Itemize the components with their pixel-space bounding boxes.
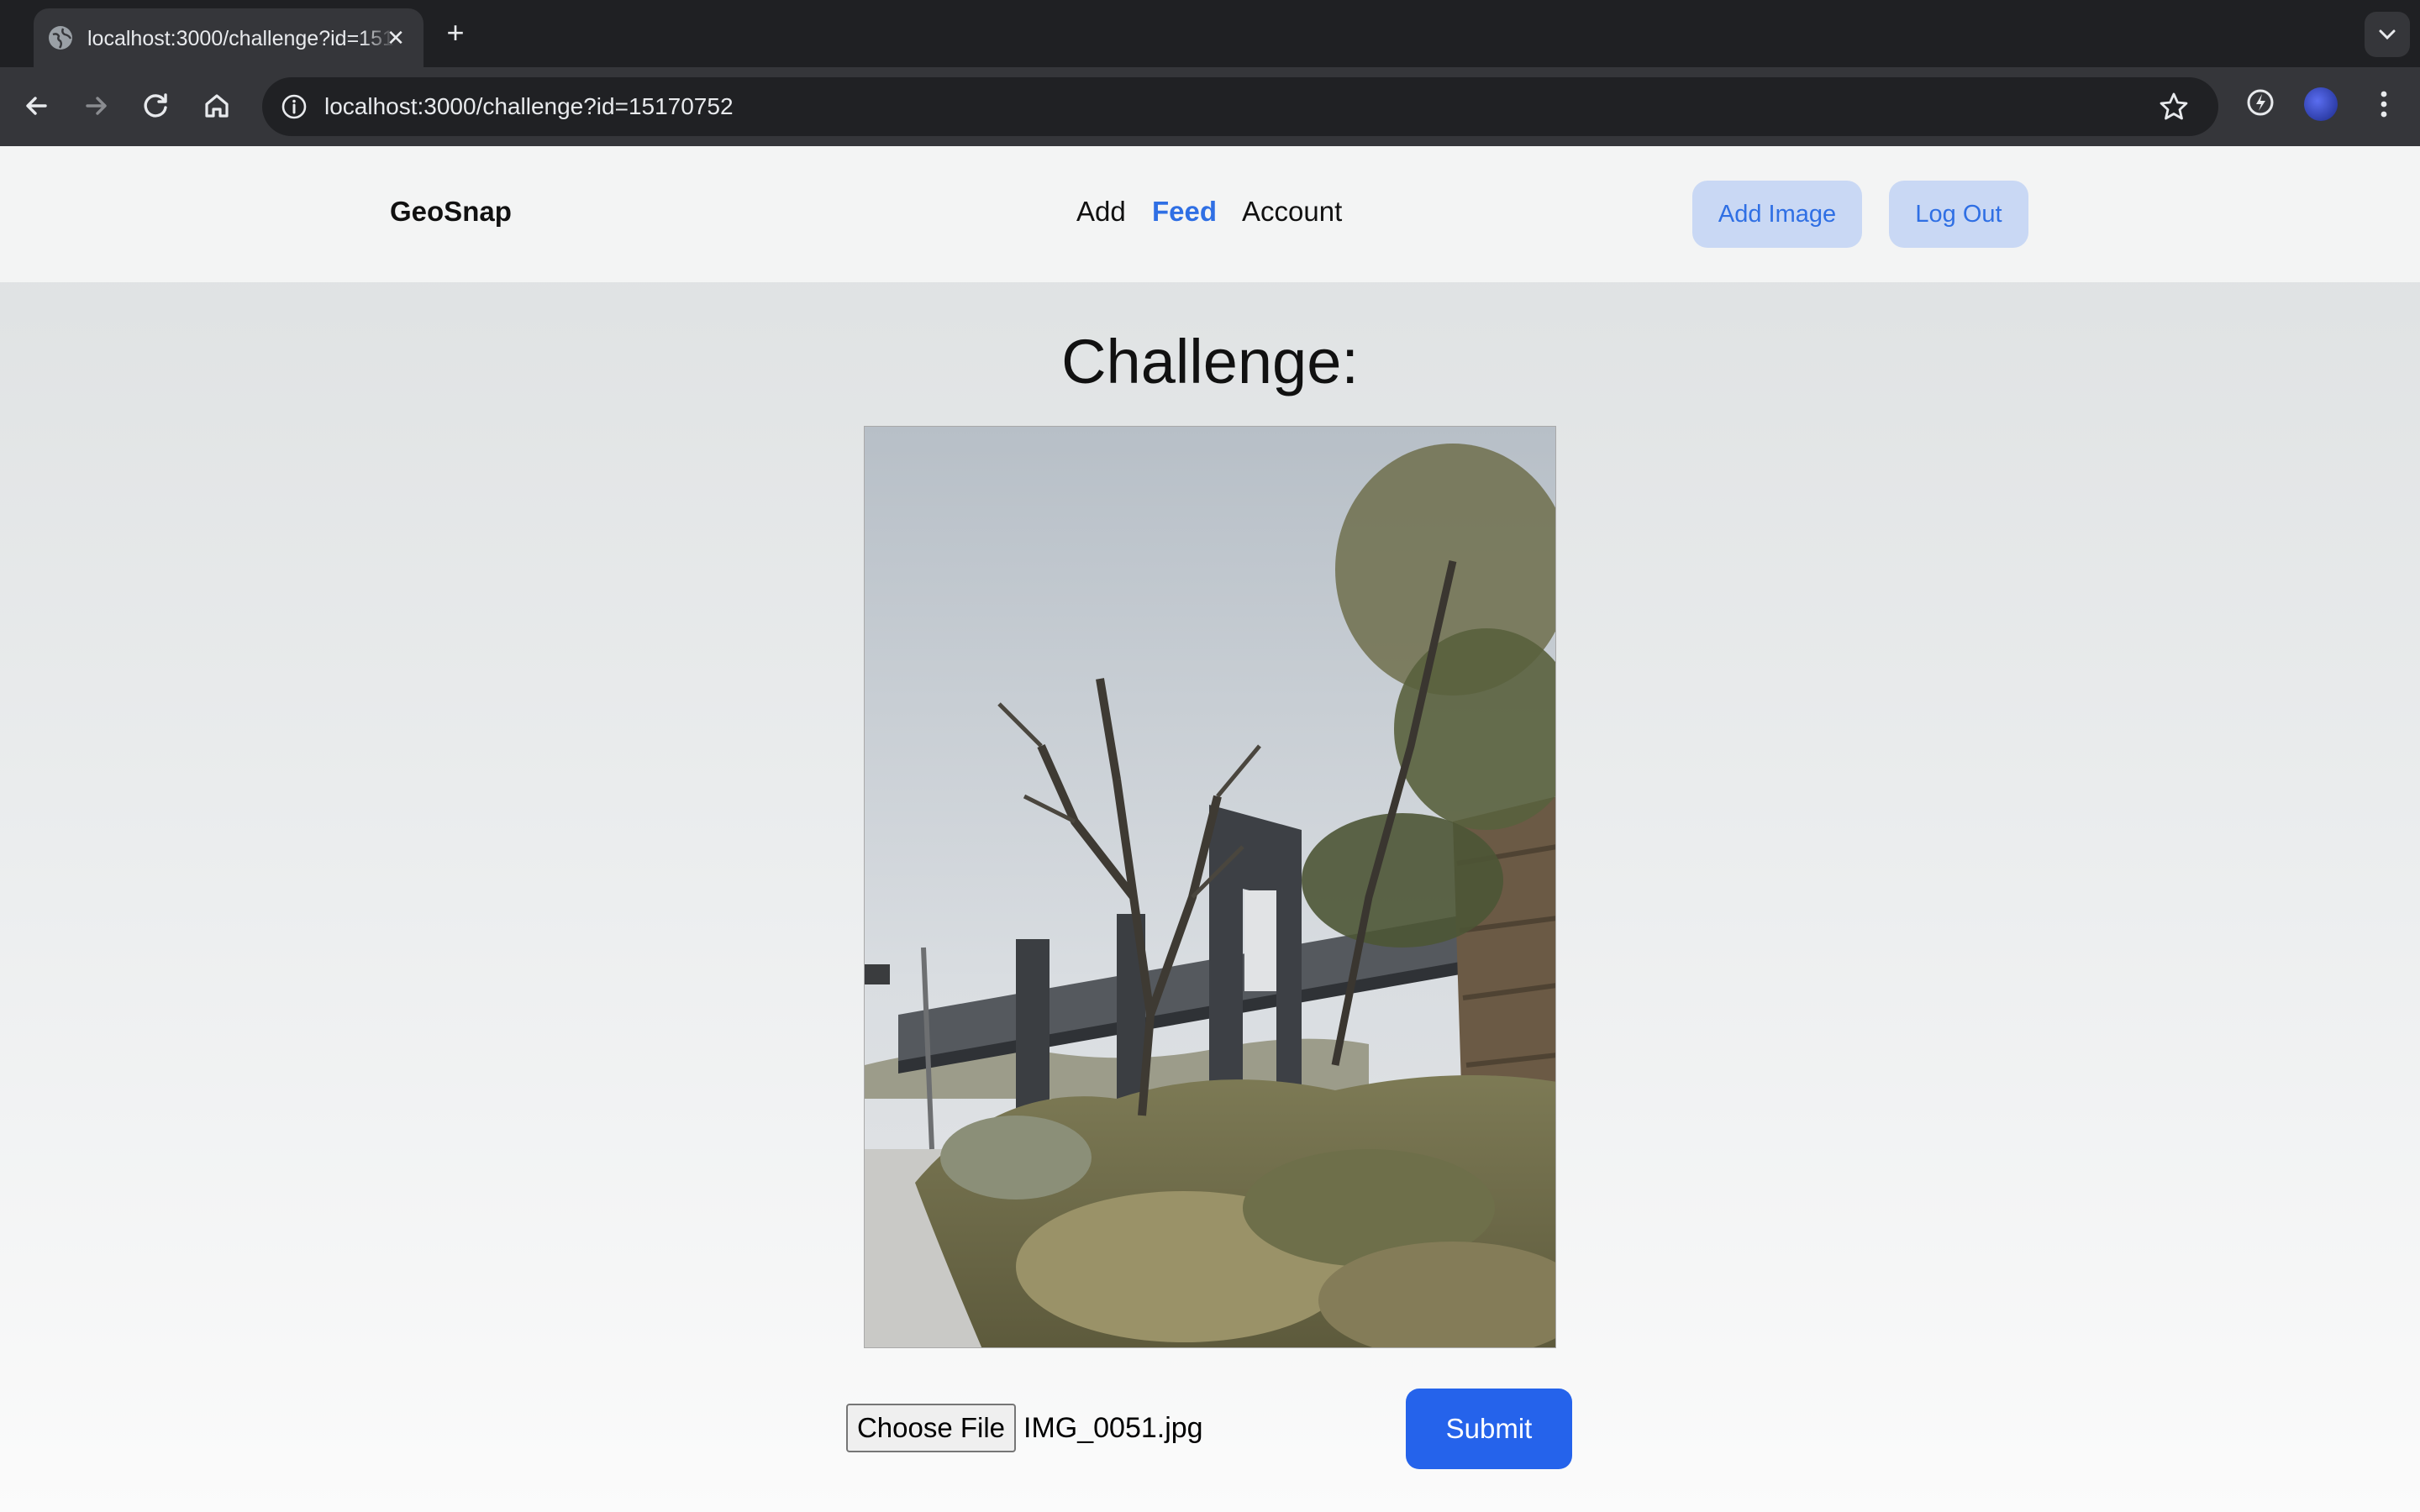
nav-link-account[interactable]: Account — [1242, 195, 1342, 228]
globe-icon — [49, 26, 72, 50]
brand-logo[interactable]: GeoSnap — [390, 195, 512, 228]
profile-avatar[interactable] — [2304, 87, 2338, 121]
close-icon[interactable]: ✕ — [383, 25, 408, 50]
tab-search-button[interactable] — [2365, 12, 2410, 57]
page-title: Challenge: — [1061, 327, 1359, 396]
log-out-button[interactable]: Log Out — [1889, 181, 2028, 248]
tab-title: localhost:3000/challenge?id=15170752 — [87, 25, 395, 52]
info-icon[interactable] — [281, 93, 308, 120]
home-icon — [205, 94, 229, 118]
browser-toolbar: localhost:3000/challenge?id=15170752 — [0, 67, 2420, 146]
browser-tab-strip: localhost:3000/challenge?id=15170752 ✕ + — [0, 0, 2420, 67]
back-button[interactable] — [18, 87, 55, 124]
reload-button[interactable] — [138, 87, 175, 124]
nav-link-add[interactable]: Add — [1076, 195, 1126, 228]
star-icon[interactable] — [2158, 91, 2190, 123]
arrow-left-icon — [26, 97, 47, 115]
home-button[interactable] — [198, 87, 235, 124]
address-bar[interactable]: localhost:3000/challenge?id=15170752 — [262, 77, 2218, 136]
challenge-photo — [864, 426, 1556, 1348]
browser-tab[interactable]: localhost:3000/challenge?id=15170752 ✕ — [34, 8, 424, 67]
app-navbar: GeoSnap Add Feed Account Add Image Log O… — [0, 146, 2420, 282]
new-tab-button[interactable]: + — [440, 18, 471, 49]
reload-icon — [144, 93, 167, 118]
page: GeoSnap Add Feed Account Add Image Log O… — [0, 146, 2420, 1512]
submit-button[interactable]: Submit — [1406, 1389, 1572, 1469]
choose-file-button[interactable]: Choose File — [846, 1404, 1016, 1452]
add-image-button[interactable]: Add Image — [1692, 181, 1862, 248]
chevron-down-icon — [2379, 29, 2396, 40]
more-vert-icon[interactable] — [2371, 87, 2396, 121]
url-text[interactable]: localhost:3000/challenge?id=15170752 — [324, 92, 734, 121]
arrow-right-icon — [86, 97, 107, 115]
extension-icon[interactable] — [2244, 86, 2277, 119]
selected-file-name: IMG_0051.jpg — [1023, 1412, 1203, 1444]
forward-button[interactable] — [77, 87, 114, 124]
nav-link-feed[interactable]: Feed — [1152, 195, 1217, 228]
